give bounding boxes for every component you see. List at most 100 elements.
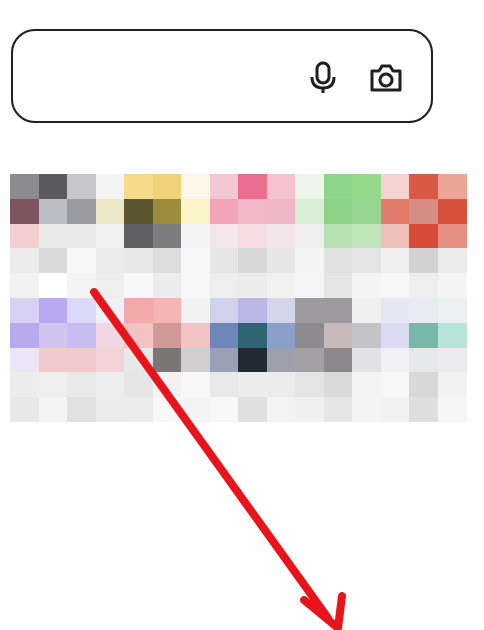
thumbnail-pixel: [352, 273, 381, 299]
thumbnail-pixel: [266, 223, 296, 249]
thumbnail-pixel: [67, 198, 96, 224]
thumbnail-pixel: [181, 248, 210, 274]
thumbnail-pixel: [295, 223, 324, 249]
thumbnail-pixel: [67, 248, 96, 274]
thumbnail-pixel: [209, 372, 239, 398]
thumbnail-pixel: [181, 223, 210, 249]
thumbnail-pixel: [10, 174, 39, 199]
thumbnail-pixel: [238, 397, 267, 423]
thumbnail-pixel: [323, 273, 353, 299]
thumbnail-pixel: [323, 223, 353, 249]
thumbnail-pixel: [380, 223, 410, 249]
camera-icon[interactable]: [368, 60, 404, 96]
thumbnail-pixel: [409, 198, 438, 224]
thumbnail-pixel: [152, 298, 182, 323]
thumbnail-pixel: [266, 372, 296, 398]
thumbnail-pixel: [10, 223, 39, 249]
thumbnail-pixel: [295, 248, 324, 274]
thumbnail-pixel: [323, 347, 353, 373]
thumbnail-pixel: [95, 397, 125, 423]
thumbnail-pixel: [67, 322, 96, 348]
thumbnail-pixel: [380, 347, 410, 373]
thumbnail-pixel: [266, 298, 296, 323]
thumbnail-pixel: [67, 372, 96, 398]
search-input[interactable]: [31, 55, 305, 99]
thumbnail-pixel: [95, 248, 125, 274]
thumbnail-pixel: [95, 372, 125, 398]
thumbnail-pixel: [95, 198, 125, 224]
thumbnail-pixel: [266, 248, 296, 274]
thumbnail-pixel: [238, 223, 267, 249]
microphone-icon[interactable]: [305, 60, 341, 96]
thumbnail-pixel: [38, 347, 68, 373]
thumbnail-pixel: [124, 273, 153, 299]
thumbnail-pixel: [238, 198, 267, 224]
thumbnail-pixel: [238, 372, 267, 398]
thumbnail-pixel: [323, 174, 353, 199]
thumbnail-pixel: [181, 397, 210, 423]
thumbnail-pixel: [352, 198, 381, 224]
thumbnail-pixel: [181, 322, 210, 348]
thumbnail-pixel: [209, 298, 239, 323]
thumbnail-pixel: [152, 372, 182, 398]
thumbnail-pixel: [352, 322, 381, 348]
thumbnail-pixel: [38, 298, 68, 323]
thumbnail-pixel: [323, 198, 353, 224]
thumbnail-pixel: [380, 248, 410, 274]
thumbnail-pixel: [10, 372, 39, 398]
thumbnail-pixel: [67, 174, 96, 199]
thumbnail-pixel: [295, 322, 324, 348]
thumbnail-pixel: [295, 198, 324, 224]
thumbnail-pixel: [266, 347, 296, 373]
thumbnail-pixel: [437, 198, 467, 224]
thumbnail-pixel: [238, 273, 267, 299]
thumbnail-pixel: [352, 248, 381, 274]
thumbnail-pixel: [38, 322, 68, 348]
thumbnail-pixel: [95, 322, 125, 348]
thumbnail-pixel: [209, 174, 239, 199]
thumbnail-pixel: [437, 397, 467, 423]
thumbnail-pixel: [124, 174, 153, 199]
thumbnail-pixel: [238, 298, 267, 323]
thumbnail-pixel: [209, 223, 239, 249]
thumbnail-pixel: [152, 223, 182, 249]
thumbnail-pixel: [266, 397, 296, 423]
thumbnail-pixel: [209, 273, 239, 299]
image-thumbnail-grid[interactable]: [10, 174, 467, 423]
thumbnail-pixel: [238, 248, 267, 274]
thumbnail-pixel: [380, 174, 410, 199]
thumbnail-pixel: [437, 347, 467, 373]
thumbnail-pixel: [95, 174, 125, 199]
thumbnail-pixel: [67, 347, 96, 373]
thumbnail-pixel: [152, 248, 182, 274]
thumbnail-pixel: [95, 273, 125, 299]
thumbnail-pixel: [238, 174, 267, 199]
thumbnail-pixel: [10, 347, 39, 373]
thumbnail-pixel: [124, 198, 153, 224]
thumbnail-pixel: [352, 174, 381, 199]
thumbnail-pixel: [295, 273, 324, 299]
thumbnail-pixel: [67, 397, 96, 423]
thumbnail-pixel: [124, 248, 153, 274]
thumbnail-pixel: [409, 397, 438, 423]
thumbnail-pixel: [10, 198, 39, 224]
thumbnail-pixel: [380, 372, 410, 398]
thumbnail-pixel: [124, 347, 153, 373]
thumbnail-pixel: [209, 397, 239, 423]
thumbnail-pixel: [181, 347, 210, 373]
thumbnail-pixel: [67, 273, 96, 299]
thumbnail-pixel: [10, 397, 39, 423]
thumbnail-pixel: [437, 372, 467, 398]
thumbnail-pixel: [152, 198, 182, 224]
thumbnail-pixel: [124, 223, 153, 249]
thumbnail-pixel: [323, 372, 353, 398]
thumbnail-pixel: [238, 322, 267, 348]
thumbnail-pixel: [67, 223, 96, 249]
thumbnail-pixel: [380, 322, 410, 348]
thumbnail-pixel: [181, 372, 210, 398]
thumbnail-pixel: [437, 223, 467, 249]
search-bar[interactable]: [11, 29, 433, 123]
thumbnail-pixel: [409, 273, 438, 299]
thumbnail-pixel: [238, 347, 267, 373]
thumbnail-pixel: [152, 174, 182, 199]
